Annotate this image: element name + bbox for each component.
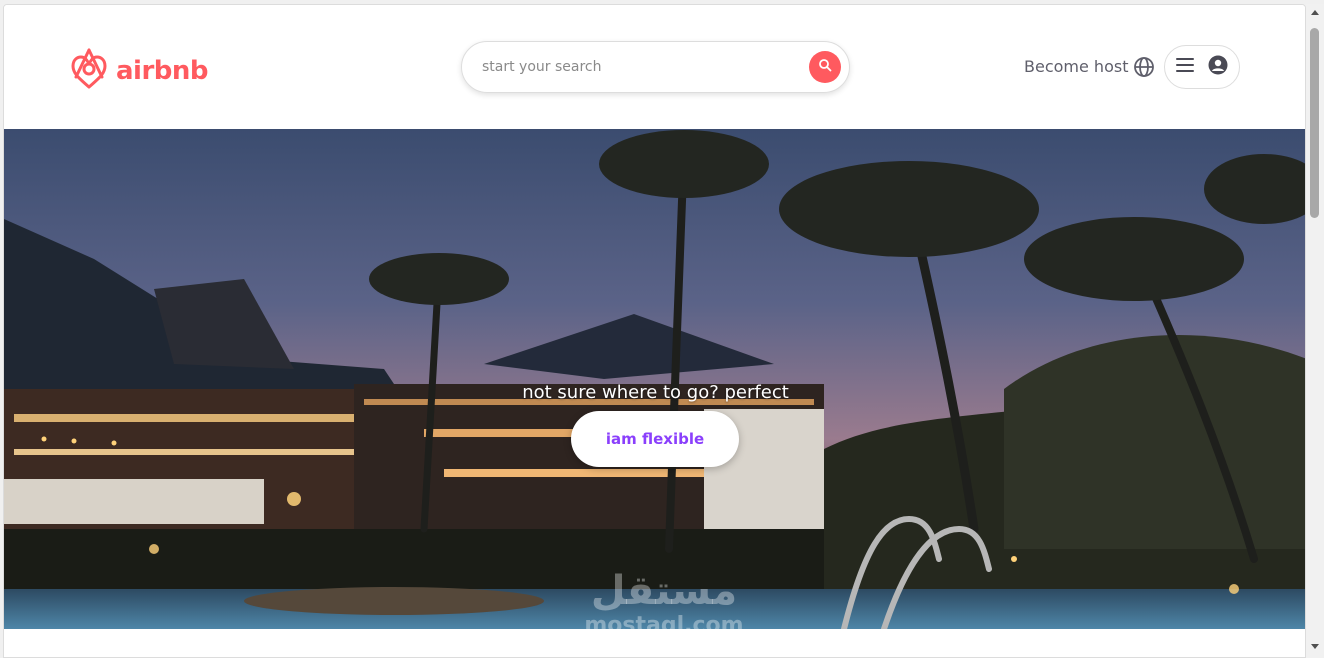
scroll-up-arrow-icon[interactable] (1311, 10, 1319, 15)
hero-banner: not sure where to go? perfect iam flexib… (4, 129, 1305, 629)
become-host-link[interactable]: Become host (1024, 57, 1128, 76)
search-input[interactable] (482, 59, 782, 75)
scroll-down-arrow-icon[interactable] (1311, 644, 1319, 649)
vertical-scrollbar[interactable] (1306, 4, 1324, 658)
search-bar[interactable] (461, 41, 850, 93)
airbnb-logo-icon (70, 47, 108, 94)
flexible-button[interactable]: iam flexible (571, 411, 739, 467)
user-menu-button[interactable] (1164, 45, 1240, 89)
search-icon (818, 58, 832, 77)
search-button[interactable] (809, 51, 841, 83)
logo-text: airbnb (116, 55, 209, 86)
airbnb-logo[interactable]: airbnb (70, 47, 209, 94)
watermark-latin: mostaql.com (584, 613, 744, 629)
site-header: airbnb Become host (4, 5, 1305, 129)
watermark-arabic: مستقل (590, 568, 738, 614)
browser-viewport: airbnb Become host (3, 4, 1306, 658)
hamburger-menu-icon (1176, 57, 1194, 78)
hero-tagline: not sure where to go? perfect (522, 382, 789, 403)
globe-icon[interactable] (1133, 56, 1155, 83)
watermark: مستقل mostaql.com (564, 569, 764, 629)
user-avatar-icon (1208, 55, 1228, 80)
hero-background-image (4, 129, 1305, 629)
scrollbar-thumb[interactable] (1310, 28, 1319, 218)
